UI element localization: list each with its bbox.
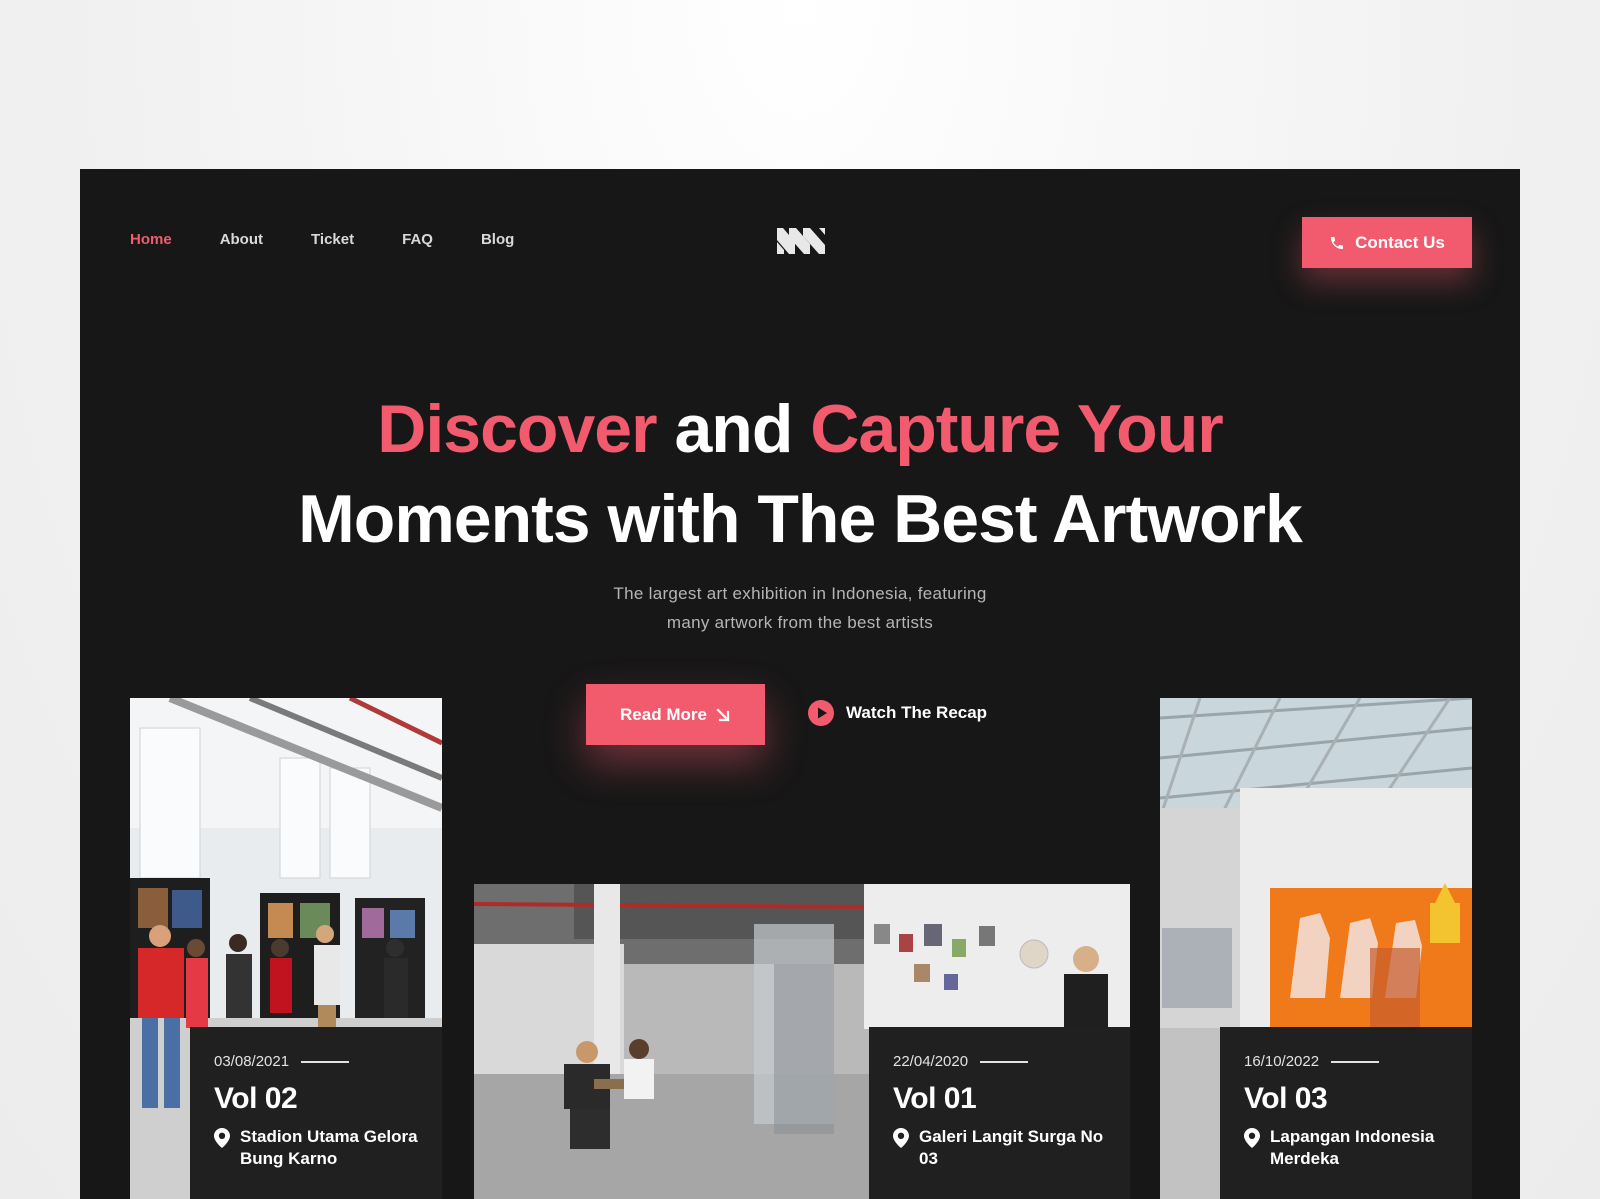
watch-recap-link[interactable]: Watch The Recap (808, 700, 987, 726)
main-nav: Home About Ticket FAQ Blog (130, 231, 562, 248)
hero-title-capture: Capture Your (810, 391, 1223, 467)
event-location-text: Stadion Utama Gelora Bung Karno (240, 1126, 418, 1170)
event-location: Galeri Langit Surga No 03 (893, 1126, 1106, 1170)
event-date-row: 22/04/2020 (893, 1053, 1106, 1070)
read-more-button[interactable]: Read More (586, 684, 765, 745)
hero-title-and: and (674, 391, 793, 467)
date-divider (980, 1060, 1029, 1063)
date-divider (301, 1060, 350, 1063)
nav-about[interactable]: About (220, 231, 263, 248)
event-date-row: 16/10/2022 (1244, 1053, 1448, 1070)
hero-title-discover: Discover (377, 391, 657, 467)
event-location: Stadion Utama Gelora Bung Karno (214, 1126, 418, 1170)
read-more-label: Read More (620, 704, 707, 724)
event-card-vol01[interactable]: 22/04/2020 Vol 01 Galeri Langit Surga No… (474, 884, 1130, 1199)
event-date: 03/08/2021 (214, 1053, 290, 1070)
event-date: 16/10/2022 (1244, 1053, 1320, 1070)
hero-title-line2: Moments with The Best Artwork (298, 481, 1303, 557)
event-info-vol02: 03/08/2021 Vol 02 Stadion Utama Gelora B… (190, 1027, 442, 1199)
nav-home[interactable]: Home (130, 231, 172, 248)
contact-us-label: Contact Us (1355, 232, 1445, 252)
hero-subtitle-line1: The largest art exhibition in Indonesia,… (613, 584, 987, 603)
event-location-text: Lapangan Indonesia Merdeka (1270, 1126, 1434, 1170)
event-location-line2: Merdeka (1270, 1149, 1339, 1168)
phone-icon (1331, 236, 1344, 249)
event-info-vol03: 16/10/2022 Vol 03 Lapangan Indonesia Mer… (1220, 1027, 1472, 1199)
hero-title: Discover and Capture Your Moments with T… (80, 384, 1520, 564)
date-divider (1331, 1060, 1380, 1063)
watch-recap-label: Watch The Recap (846, 703, 988, 722)
play-icon (808, 700, 834, 726)
landing-page: Home About Ticket FAQ Blog Contact Us Di… (80, 169, 1520, 1199)
event-location-line1: Galeri Langit Surga No (919, 1127, 1104, 1146)
event-card-vol02[interactable]: 03/08/2021 Vol 02 Stadion Utama Gelora B… (130, 698, 442, 1199)
event-volume: Vol 03 (1244, 1082, 1328, 1115)
arrow-down-right-icon (716, 707, 730, 722)
event-location-line1: Lapangan Indonesia (1270, 1127, 1435, 1146)
contact-us-button[interactable]: Contact Us (1302, 217, 1472, 268)
event-card-vol03[interactable]: 16/10/2022 Vol 03 Lapangan Indonesia Mer… (1160, 698, 1472, 1199)
nav-ticket[interactable]: Ticket (311, 231, 354, 248)
event-volume: Vol 02 (214, 1082, 298, 1115)
hero-subtitle: The largest art exhibition in Indonesia,… (80, 579, 1520, 637)
event-date-row: 03/08/2021 (214, 1053, 418, 1070)
nav-faq[interactable]: FAQ (402, 231, 433, 248)
event-info-vol01: 22/04/2020 Vol 01 Galeri Langit Surga No… (869, 1027, 1130, 1199)
location-pin-icon (1244, 1128, 1260, 1148)
event-location-line2: Bung Karno (240, 1149, 338, 1168)
brand-logo-icon[interactable] (777, 228, 825, 254)
location-pin-icon (214, 1128, 230, 1148)
nav-blog[interactable]: Blog (481, 231, 514, 248)
hero-subtitle-line2: many artwork from the best artists (666, 613, 934, 632)
event-location-text: Galeri Langit Surga No 03 (919, 1126, 1103, 1170)
event-volume: Vol 01 (893, 1082, 977, 1115)
event-date: 22/04/2020 (893, 1053, 969, 1070)
event-location-line1: Stadion Utama Gelora (240, 1127, 418, 1146)
event-location: Lapangan Indonesia Merdeka (1244, 1126, 1448, 1170)
location-pin-icon (893, 1128, 909, 1148)
event-location-line2: 03 (919, 1149, 938, 1168)
